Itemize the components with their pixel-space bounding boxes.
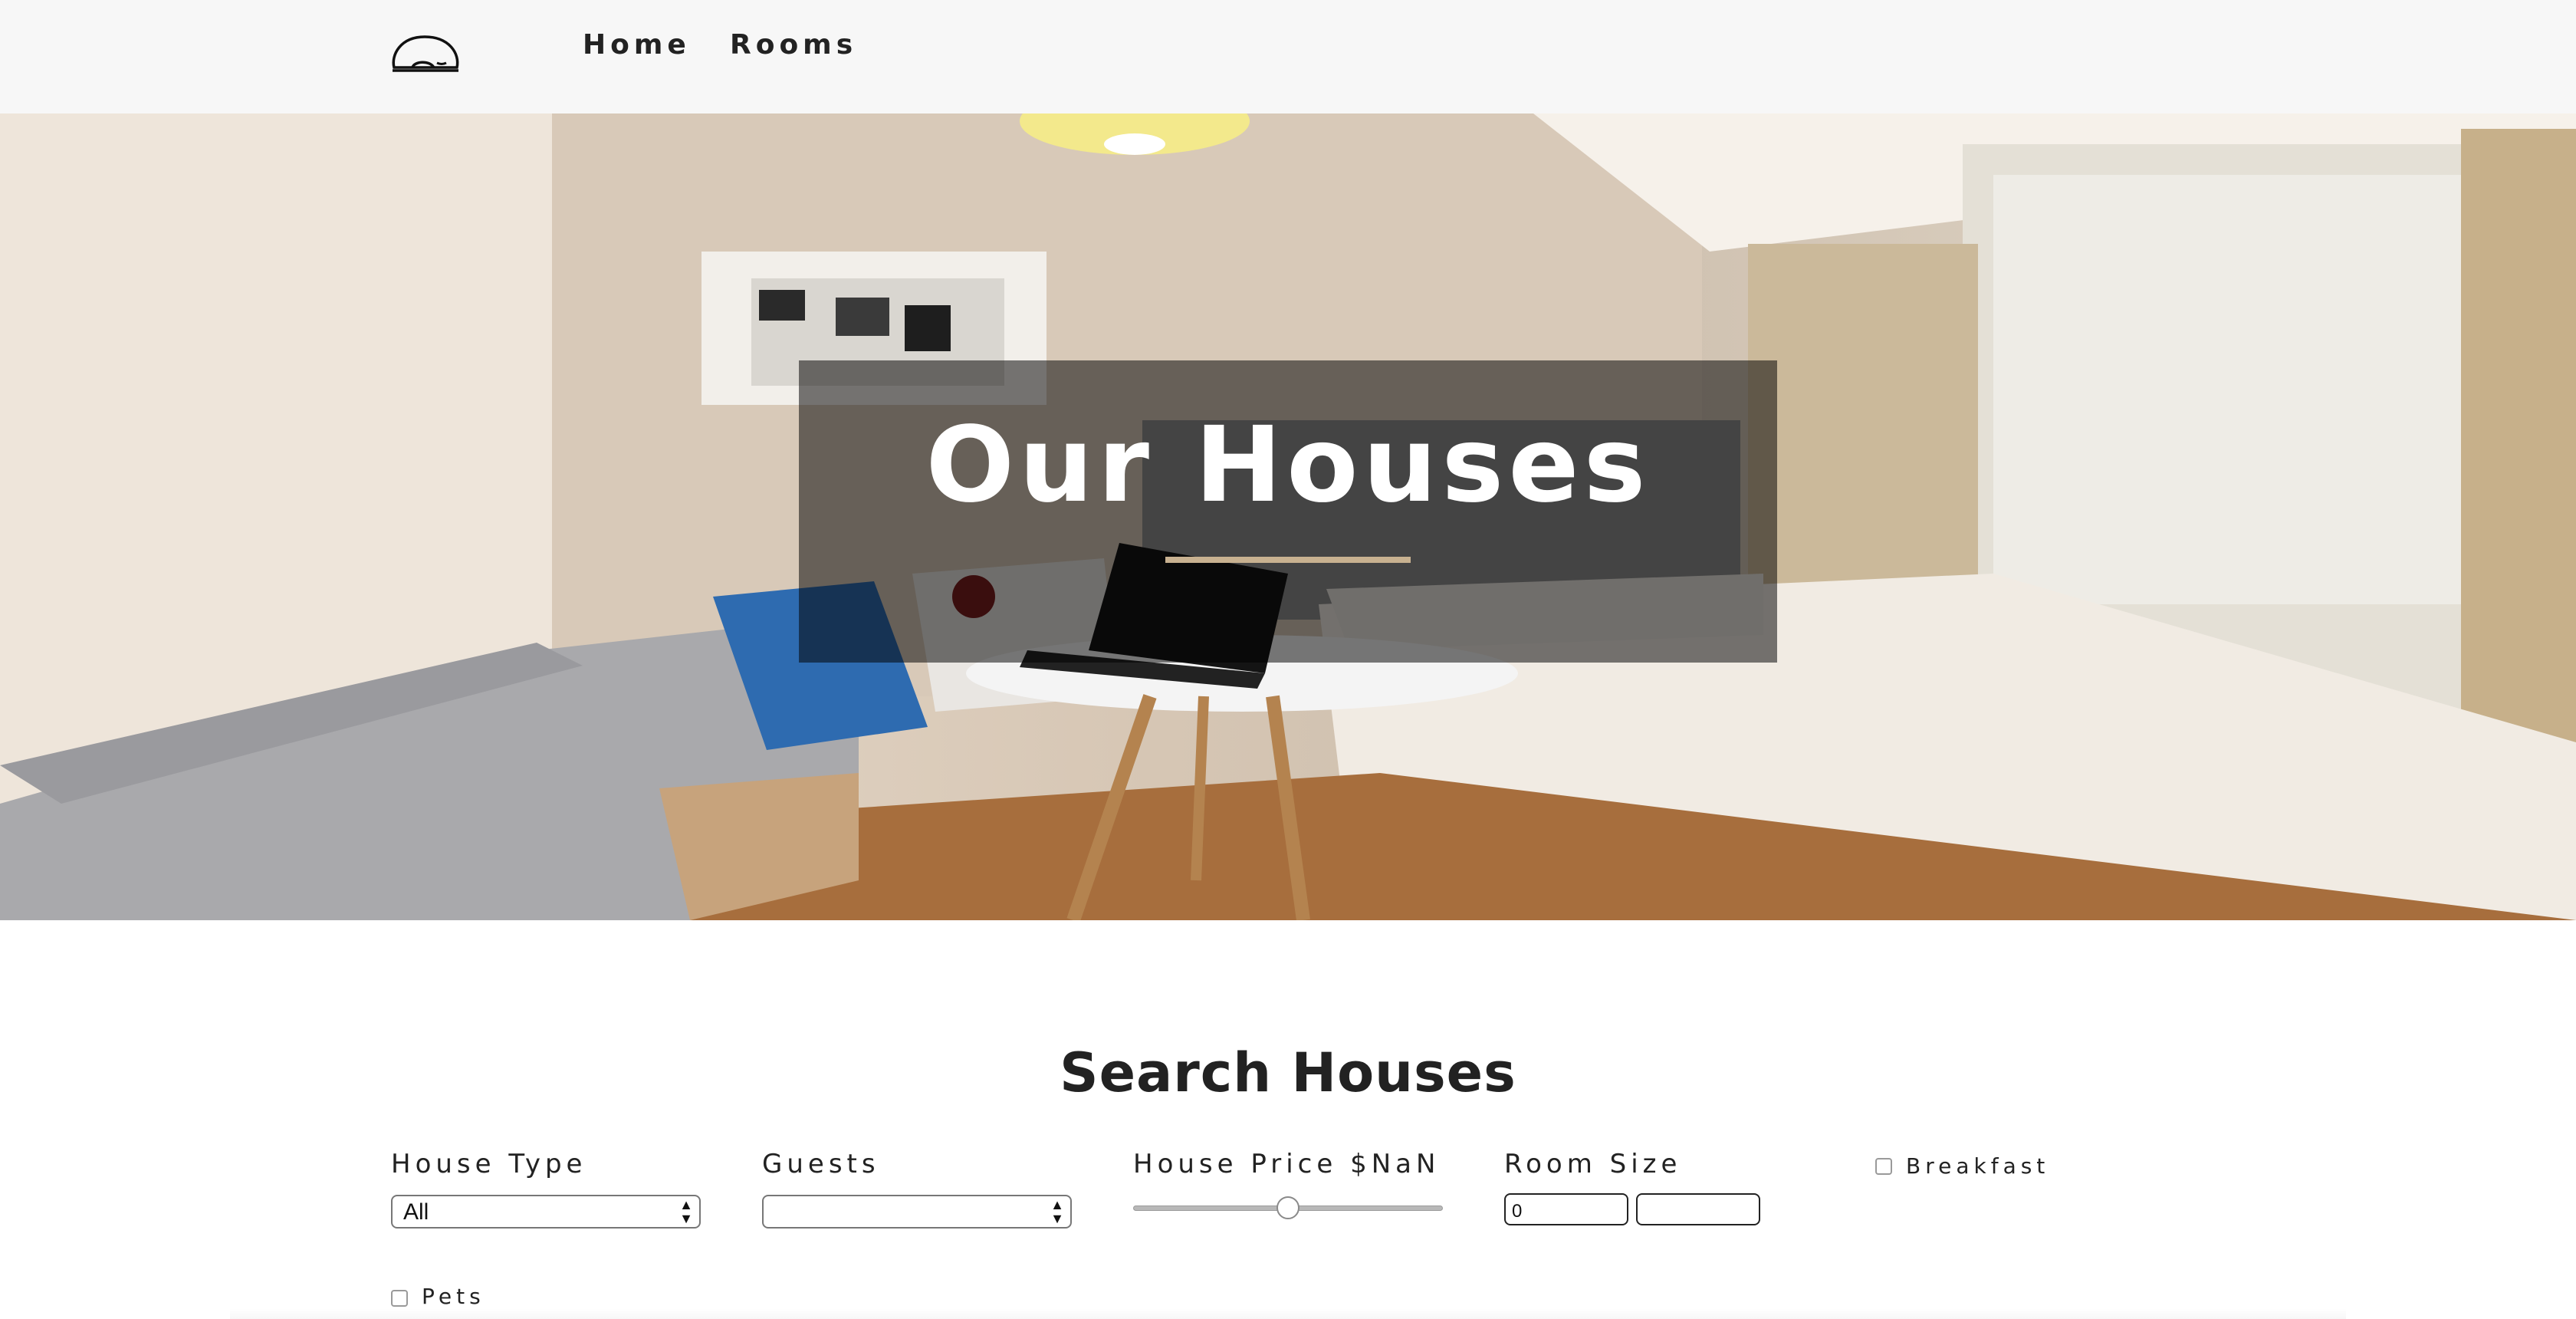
- room-size-max-input[interactable]: [1636, 1193, 1760, 1225]
- hero-banner: Our Houses: [0, 113, 2576, 920]
- house-price-slider[interactable]: [1133, 1196, 1443, 1219]
- house-type-label: House Type: [391, 1149, 587, 1179]
- nav-link-rooms[interactable]: Rooms: [730, 29, 857, 61]
- pets-label: Pets: [422, 1284, 485, 1309]
- guests-select[interactable]: ▲ ▼: [762, 1195, 1072, 1229]
- breakfast-label: Breakfast: [1906, 1153, 2050, 1179]
- room-size-label: Room Size: [1504, 1149, 1682, 1179]
- hero-title: Our Houses: [925, 405, 1651, 526]
- slider-thumb[interactable]: [1276, 1196, 1300, 1219]
- room-size-min-input[interactable]: 0: [1504, 1193, 1628, 1225]
- guests-label: Guests: [762, 1149, 880, 1179]
- breakfast-checkbox[interactable]: [1875, 1158, 1892, 1175]
- search-section-title: Search Houses: [1060, 1041, 1516, 1104]
- navbar: Home Rooms: [0, 0, 2576, 113]
- select-arrows-icon: ▲ ▼: [1050, 1197, 1064, 1226]
- hero-title-panel: Our Houses: [799, 360, 1777, 663]
- hero-title-underline: [1165, 557, 1411, 563]
- pets-checkbox[interactable]: [391, 1290, 408, 1307]
- house-price-label: House Price $NaN: [1133, 1149, 1441, 1179]
- results-area-edge: [230, 1308, 2346, 1319]
- house-type-selected-value: All: [403, 1199, 429, 1225]
- house-type-select[interactable]: All ▲ ▼: [391, 1195, 701, 1229]
- select-arrows-icon: ▲ ▼: [679, 1197, 693, 1226]
- logo-icon[interactable]: [389, 32, 462, 75]
- nav-link-home[interactable]: Home: [583, 29, 691, 61]
